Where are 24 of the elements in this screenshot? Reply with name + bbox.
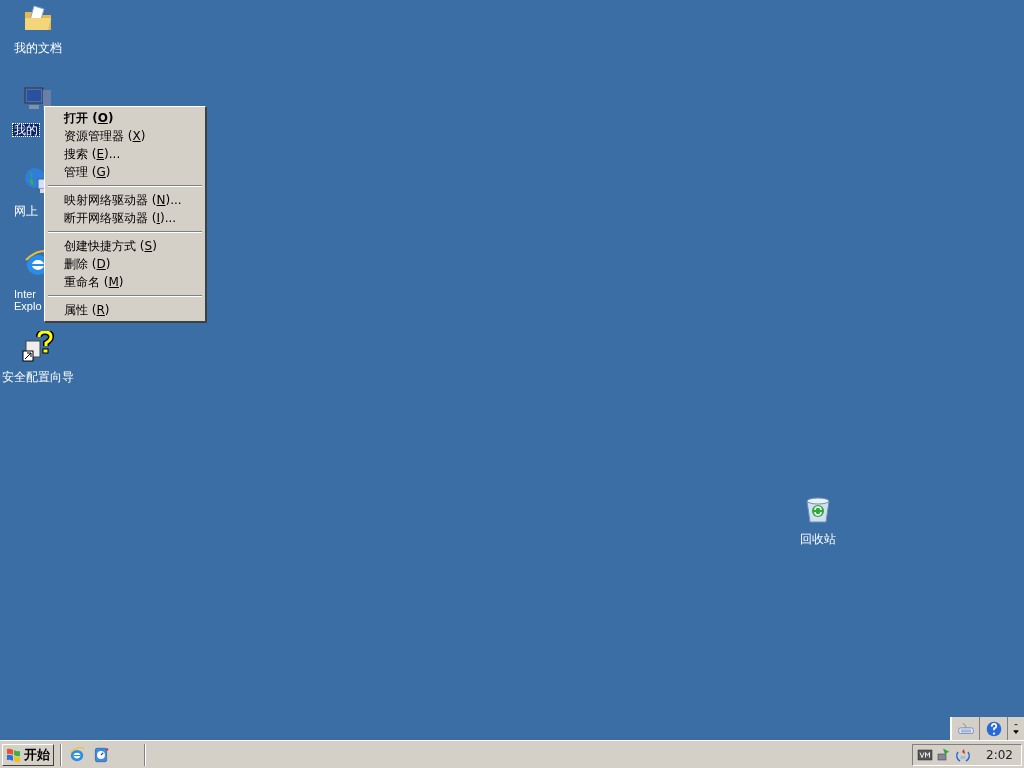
menu-item[interactable]: 资源管理器 (X) <box>47 127 203 145</box>
icon-label[interactable]: 回收站 <box>799 533 837 545</box>
flag-icon <box>6 746 22 763</box>
icon-label[interactable]: 安全配置向导 <box>1 371 75 383</box>
vm-icon[interactable] <box>917 746 934 763</box>
menu-item[interactable]: 创建快捷方式 (S) <box>47 237 203 255</box>
icon-label[interactable]: Inter Explo <box>13 288 43 312</box>
menu-item[interactable]: 映射网络驱动器 (N)... <box>47 191 203 209</box>
help-icon[interactable] <box>984 719 1003 738</box>
menu-item[interactable]: 属性 (R) <box>47 301 203 319</box>
menu-item[interactable]: 打开 (O) <box>47 109 203 127</box>
browser-icon[interactable] <box>68 745 86 764</box>
icon-label[interactable]: 我的文档 <box>13 42 63 54</box>
document-icon[interactable] <box>92 745 110 764</box>
menu-item[interactable]: 删除 (D) <box>47 255 203 273</box>
icon-label[interactable]: 我的 <box>13 124 39 136</box>
menu-item[interactable]: 管理 (G) <box>47 163 203 181</box>
start-button[interactable]: 开始 <box>2 743 54 766</box>
help-document-icon[interactable] <box>22 331 54 363</box>
menu-item[interactable]: 断开网络驱动器 (I)... <box>47 209 203 227</box>
clock: 2:02 <box>986 746 1013 764</box>
menu-item[interactable]: 重命名 (M) <box>47 273 203 291</box>
icon-label[interactable]: 网上 <box>13 205 39 217</box>
menu-item[interactable]: 搜索 (E)... <box>47 145 203 163</box>
